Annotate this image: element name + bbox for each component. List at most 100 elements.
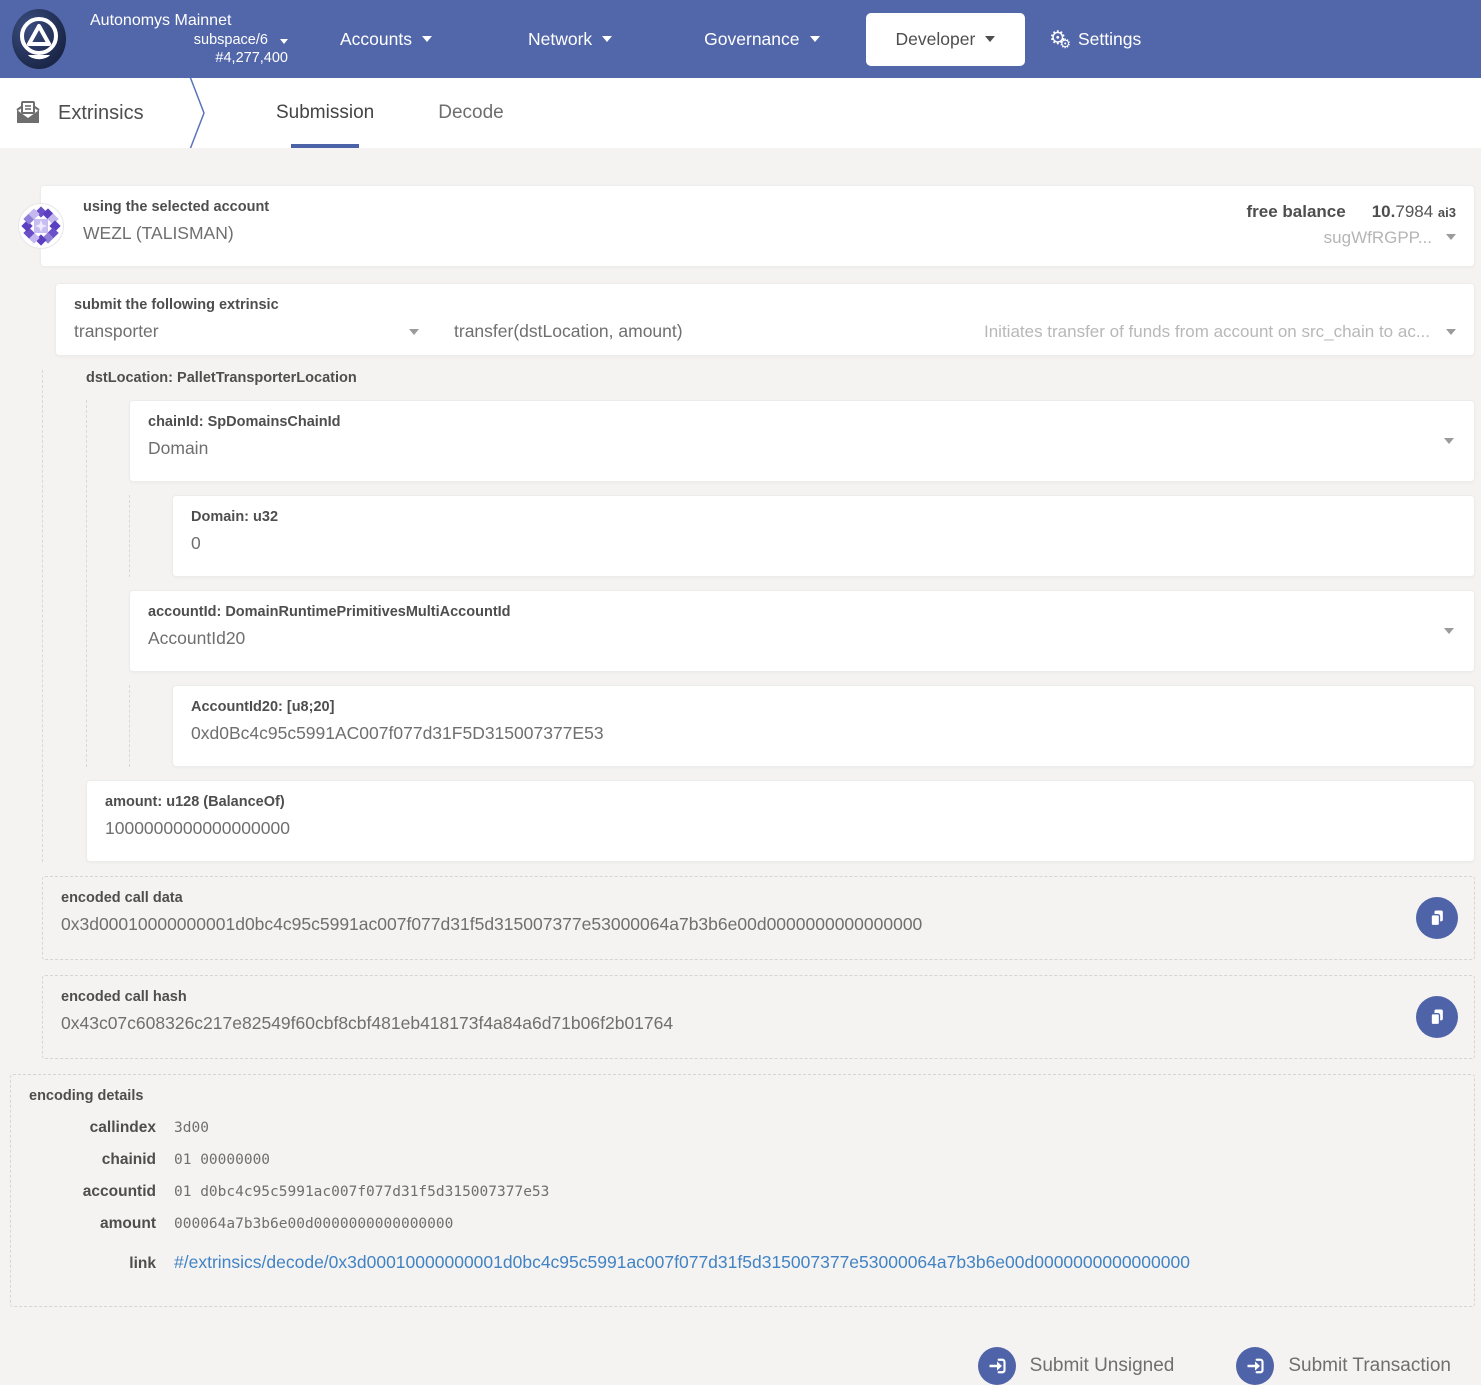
free-balance-frac: 7984 xyxy=(1395,202,1433,221)
account-id-select[interactable]: accountId: DomainRuntimePrimitivesMultiA… xyxy=(129,590,1475,672)
copy-icon xyxy=(1427,908,1447,928)
gear-icon: ⚙⚙ xyxy=(1049,29,1070,50)
breadcrumb: Extrinsics xyxy=(14,99,174,127)
nav-accounts[interactable]: Accounts xyxy=(340,29,432,50)
chevron-down-icon xyxy=(985,36,995,42)
pallet-select[interactable]: transporter xyxy=(74,321,419,342)
method-description: Initiates transfer of funds from account… xyxy=(984,322,1430,342)
detail-value: 01 d0bc4c95c5991ac007f077d31f5d315007377… xyxy=(174,1176,549,1208)
chevron-down-icon xyxy=(280,39,288,44)
encoding-details-table: callindex 3d00 chainid 01 00000000 accou… xyxy=(29,1112,1456,1280)
detail-key: chainid xyxy=(29,1144,174,1176)
detail-value: 01 00000000 xyxy=(174,1144,270,1176)
encoded-call-hash-section: encoded call hash 0x43c07c608326c217e825… xyxy=(42,975,1475,1059)
chain-name: Autonomys Mainnet xyxy=(88,11,288,31)
account-id-value: AccountId20 xyxy=(148,628,1456,649)
account-selector-card[interactable]: using the selected account WEZL (TALISMA… xyxy=(40,185,1475,267)
chevron-down-icon xyxy=(422,36,432,42)
chevron-down-icon xyxy=(1444,628,1454,634)
nav-governance[interactable]: Governance xyxy=(704,29,819,50)
table-row: link #/extrinsics/decode/0x3d00010000000… xyxy=(29,1246,1456,1280)
copy-call-hash-button[interactable] xyxy=(1416,996,1458,1038)
encoding-details-section: encoding details callindex 3d00 chainid … xyxy=(10,1074,1475,1307)
copy-icon xyxy=(1427,1007,1447,1027)
detail-key: accountid xyxy=(29,1176,174,1208)
method-value: transfer(dstLocation, amount) xyxy=(454,321,683,342)
extrinsics-submission-page: using the selected account WEZL (TALISMA… xyxy=(0,148,1481,1385)
submit-unsigned-button[interactable]: Submit Unsigned xyxy=(978,1347,1175,1385)
autonomys-logo-icon[interactable] xyxy=(8,8,70,70)
account-name: WEZL (TALISMAN) xyxy=(83,223,269,244)
detail-value: 000064a7b3b6e00d0000000000000000 xyxy=(174,1208,453,1240)
pallet-value: transporter xyxy=(74,321,159,342)
chain-id-select[interactable]: chainId: SpDomainsChainId Domain xyxy=(129,400,1475,482)
tab-submission[interactable]: Submission xyxy=(270,78,380,148)
table-row: chainid 01 00000000 xyxy=(29,1144,1456,1176)
top-nav-bar: Autonomys Mainnet subspace/6 #4,277,400 … xyxy=(0,0,1481,78)
breadcrumb-bar: Extrinsics Submission Decode xyxy=(0,78,1481,148)
dst-location-children: chainId: SpDomainsChainId Domain Domain:… xyxy=(86,400,1475,767)
nav-developer[interactable]: Developer xyxy=(866,13,1026,66)
chevron-down-icon xyxy=(409,329,419,335)
table-row: callindex 3d00 xyxy=(29,1112,1456,1144)
account-identicon[interactable] xyxy=(18,203,64,249)
extrinsics-icon xyxy=(14,99,42,127)
chevron-down-icon xyxy=(602,36,612,42)
amount-label: amount: u128 (BalanceOf) xyxy=(105,794,1456,810)
encoded-call-data-label: encoded call data xyxy=(61,890,1456,906)
account-balance-box: free balance10.7984 ai3 sugWfRGPP... xyxy=(1246,199,1456,253)
amount-value: 1000000000000000000 xyxy=(105,818,1456,839)
encoded-call-data-section: encoded call data 0x3d00010000000001d0bc… xyxy=(42,876,1475,960)
account-address-toggle[interactable]: sugWfRGPP... xyxy=(1246,225,1456,251)
submit-transaction-button[interactable]: Submit Transaction xyxy=(1236,1347,1451,1385)
free-balance-int: 10. xyxy=(1372,202,1396,221)
chevron-down-icon xyxy=(1444,438,1454,444)
dst-location-label: dstLocation: PalletTransporterLocation xyxy=(86,370,1475,386)
nav-network[interactable]: Network xyxy=(528,29,612,50)
tab-decode[interactable]: Decode xyxy=(432,78,510,148)
account-id20-input-card[interactable]: AccountId20: [u8;20] 0xd0Bc4c95c5991AC00… xyxy=(172,685,1475,767)
main-nav: Accounts Network Governance Developer ⚙⚙… xyxy=(340,13,1141,66)
chain-id-children: Domain: u32 0 xyxy=(129,495,1475,577)
page-title: Extrinsics xyxy=(58,102,144,125)
decode-link[interactable]: #/extrinsics/decode/0x3d00010000000001d0… xyxy=(174,1246,1190,1278)
account-id-children: AccountId20: [u8;20] 0xd0Bc4c95c5991AC00… xyxy=(129,685,1475,767)
encoded-call-hash-label: encoded call hash xyxy=(61,989,1456,1005)
table-row: accountid 01 d0bc4c95c5991ac007f077d31f5… xyxy=(29,1176,1456,1208)
method-select[interactable]: Initiates transfer of funds from account… xyxy=(683,322,1456,342)
params-tree: dstLocation: PalletTransporterLocation c… xyxy=(42,370,1475,862)
block-number: #4,277,400 xyxy=(88,49,288,67)
chain-selector[interactable]: Autonomys Mainnet subspace/6 #4,277,400 xyxy=(88,11,288,67)
nav-settings[interactable]: ⚙⚙ Settings xyxy=(1049,29,1141,50)
detail-key: callindex xyxy=(29,1112,174,1144)
breadcrumb-chevron-icon xyxy=(186,78,208,148)
submit-actions: Submit Unsigned Submit Transaction xyxy=(0,1347,1451,1385)
chevron-down-icon xyxy=(810,36,820,42)
encoding-details-label: encoding details xyxy=(29,1088,1456,1104)
detail-value: 3d00 xyxy=(174,1112,209,1144)
encoded-call-hash-value: 0x43c07c608326c217e82549f60cbf8cbf481eb4… xyxy=(61,1013,1456,1034)
detail-key: link xyxy=(29,1248,174,1280)
account-id-label: accountId: DomainRuntimePrimitivesMultiA… xyxy=(148,604,1456,620)
chain-id-label: chainId: SpDomainsChainId xyxy=(148,414,1456,430)
domain-value: 0 xyxy=(191,533,1456,554)
sign-in-icon xyxy=(978,1347,1016,1385)
account-id20-label: AccountId20: [u8;20] xyxy=(191,699,1456,715)
table-row: amount 000064a7b3b6e00d0000000000000000 xyxy=(29,1208,1456,1240)
extrinsic-select-card: submit the following extrinsic transport… xyxy=(55,283,1475,356)
account-field-label: using the selected account xyxy=(83,199,269,215)
domain-input-card[interactable]: Domain: u32 0 xyxy=(172,495,1475,577)
free-balance-label: free balance xyxy=(1246,202,1345,221)
account-address-short: sugWfRGPP... xyxy=(1324,225,1432,251)
selected-account: using the selected account WEZL (TALISMA… xyxy=(83,199,269,253)
chevron-down-icon xyxy=(1446,234,1456,240)
tab-bar: Submission Decode xyxy=(270,78,510,148)
sign-in-icon xyxy=(1236,1347,1274,1385)
chevron-down-icon xyxy=(1446,329,1456,335)
encoded-call-data-value: 0x3d00010000000001d0bc4c95c5991ac007f077… xyxy=(61,914,1456,935)
account-id20-value: 0xd0Bc4c95c5991AC007f077d31F5D315007377E… xyxy=(191,723,1456,744)
amount-input-card[interactable]: amount: u128 (BalanceOf) 100000000000000… xyxy=(86,780,1475,862)
copy-call-data-button[interactable] xyxy=(1416,897,1458,939)
chain-id-value: Domain xyxy=(148,438,1456,459)
domain-label: Domain: u32 xyxy=(191,509,1456,525)
